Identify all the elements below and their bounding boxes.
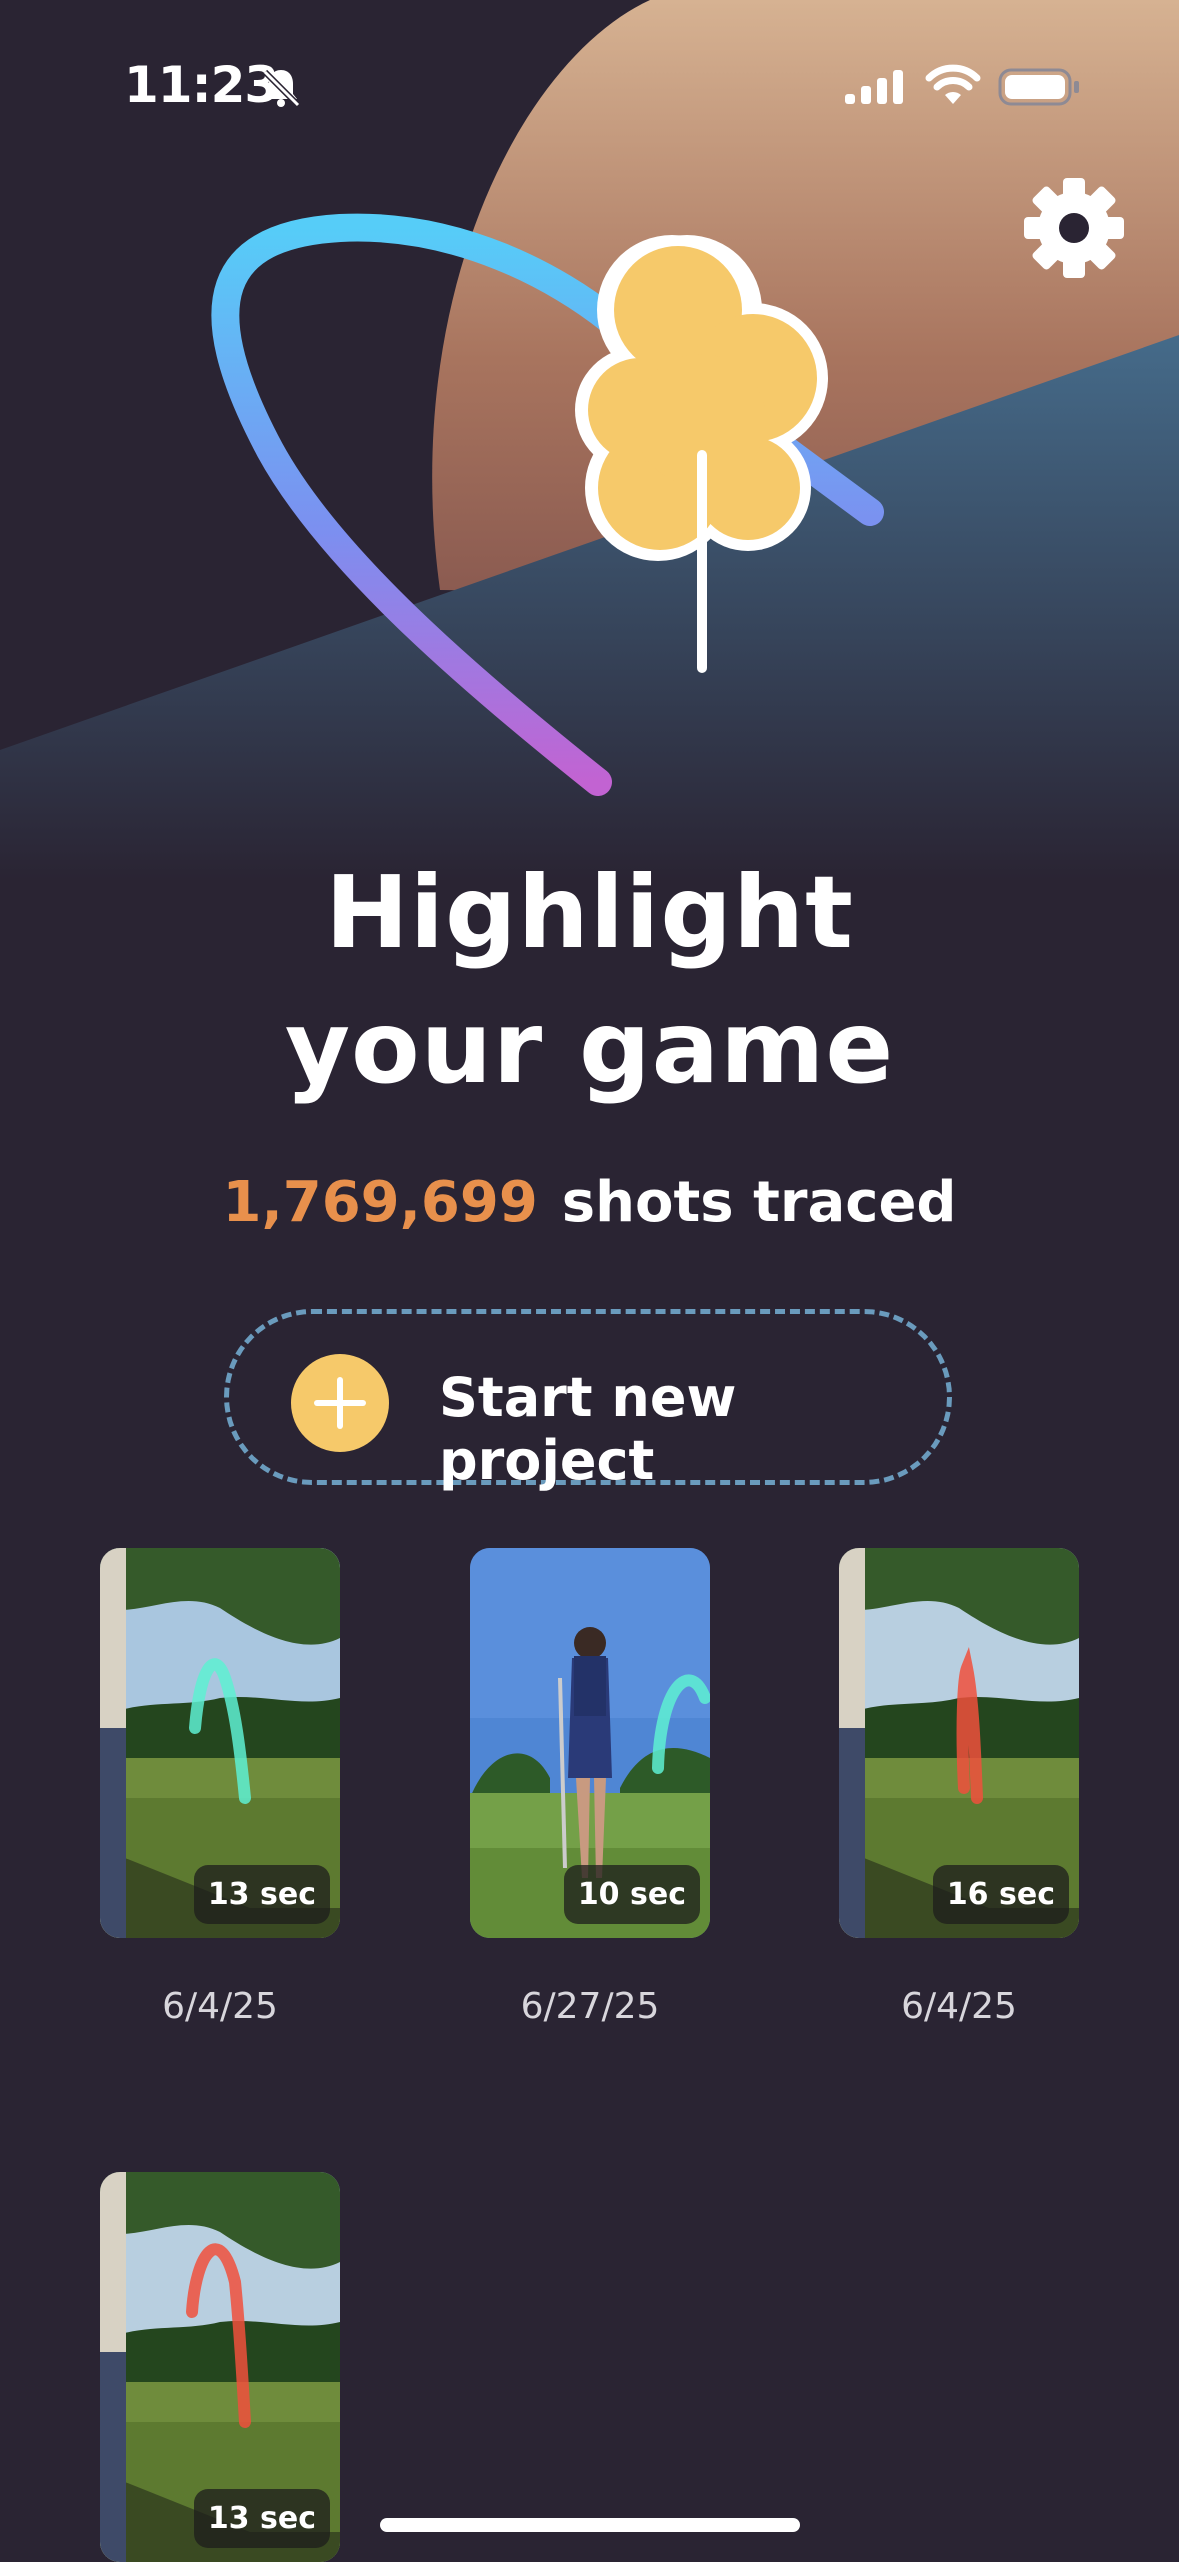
duration-badge: 13 sec [193,2489,330,2548]
title-line-2: your game [284,989,895,1106]
title-line-1: Highlight [325,854,854,971]
status-bar: 11:23 [0,0,1179,150]
status-time: 11:23 [124,56,279,114]
duration-badge: 13 sec [193,1865,330,1924]
plus-icon [291,1354,389,1452]
project-date: 6/27/25 [520,1986,660,2027]
start-new-project-button[interactable]: Start new project [224,1309,952,1492]
duration-badge: 16 sec [932,1865,1069,1924]
shots-count: 1,769,699 [222,1170,538,1235]
shots-label: shots traced [561,1170,957,1235]
duration-badge: 10 sec [563,1865,700,1924]
bell-slash-icon [262,69,301,108]
home-indicator[interactable] [380,2518,800,2532]
page-title: Highlight your game [0,845,1179,1115]
project-thumbnail[interactable]: 10 sec [470,1548,710,1938]
shots-counter: 1,769,699 shots traced [0,1170,1179,1235]
project-thumbnail[interactable]: 16 sec [839,1548,1079,1938]
battery-icon [998,68,1079,106]
project-date: 6/4/25 [901,1986,1017,2027]
project-thumbnail[interactable]: 13 sec [100,2172,340,2562]
cellular-signal-icon [845,70,903,104]
wifi-icon [925,64,981,104]
start-new-project-label: Start new project [439,1366,737,1492]
project-date: 6/4/25 [162,1986,278,2027]
project-thumbnail[interactable]: 13 sec [100,1548,340,1938]
gear-icon[interactable] [1022,176,1126,280]
